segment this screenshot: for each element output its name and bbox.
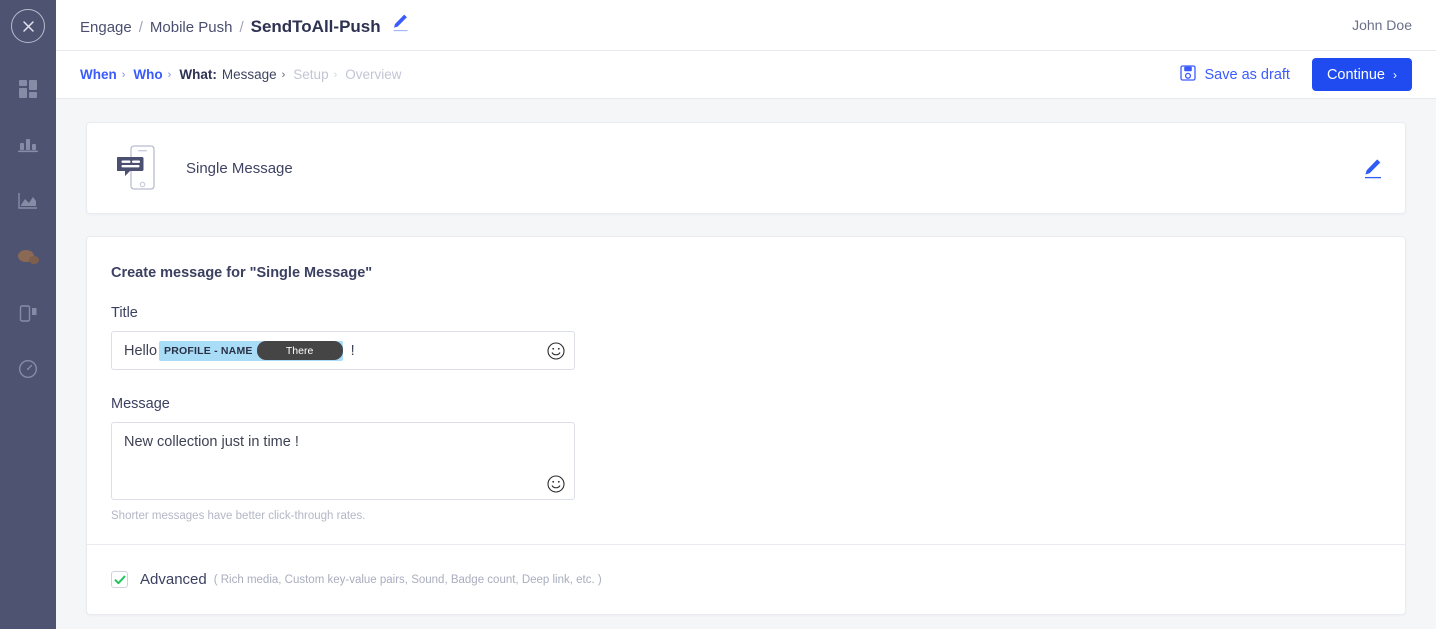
bar-chart-icon	[18, 136, 38, 154]
wizard-steps: When › Who › What: Message › Setup › Ove…	[80, 67, 402, 82]
message-textarea[interactable]: New collection just in time !	[111, 422, 575, 500]
sidebar-item-analytics[interactable]	[0, 117, 56, 173]
step-who-label: Who	[133, 67, 163, 82]
message-type-label: Single Message	[186, 159, 293, 177]
left-sidebar	[0, 0, 56, 629]
app-root: Engage / Mobile Push / SendToAll-Push Jo…	[0, 0, 1436, 629]
chevron-right-icon: ›	[1393, 67, 1397, 82]
message-form-card: Create message for "Single Message" Titl…	[86, 236, 1406, 615]
mobile-content-icon	[19, 304, 38, 323]
advanced-label: Advanced	[140, 571, 207, 588]
grid-icon	[18, 79, 38, 99]
sidebar-item-content[interactable]	[0, 285, 56, 341]
step-setup-label: Setup	[293, 67, 329, 82]
chevron-right-icon: ›	[333, 68, 338, 81]
form-inner: Create message for "Single Message" Titl…	[87, 237, 1405, 544]
area-chart-icon	[18, 192, 38, 210]
save-as-draft-label: Save as draft	[1204, 66, 1290, 83]
title-suffix-text: !	[350, 342, 355, 359]
message-smiley-icon[interactable]	[547, 475, 565, 493]
breadcrumb-separator: /	[239, 19, 244, 36]
personalization-token-key: PROFILE - NAME	[164, 344, 253, 357]
chat-bubbles-icon	[17, 248, 39, 266]
step-overview-label: Overview	[345, 67, 402, 82]
step-setup: Setup ›	[293, 67, 345, 82]
chevron-right-icon: ›	[167, 68, 172, 81]
phone-message-icon	[111, 145, 161, 191]
step-what[interactable]: What: Message ›	[179, 67, 293, 82]
chevron-right-icon: ›	[121, 68, 126, 81]
step-what-label: What:	[179, 67, 217, 82]
continue-label: Continue	[1326, 66, 1385, 83]
chevron-right-icon: ›	[281, 68, 286, 81]
step-overview: Overview	[345, 67, 401, 82]
form-heading: Create message for "Single Message"	[111, 265, 373, 281]
gauge-icon	[18, 359, 38, 379]
message-text-value: New collection just in time !	[124, 434, 299, 450]
user-name[interactable]: John Doe	[1352, 17, 1412, 33]
breadcrumb-item-mobile-push[interactable]: Mobile Push	[150, 19, 233, 36]
sidebar-item-performance[interactable]	[0, 341, 56, 397]
message-field-label: Message	[111, 396, 170, 412]
step-who[interactable]: Who ›	[133, 67, 179, 82]
breadcrumb: Engage / Mobile Push / SendToAll-Push	[80, 13, 409, 37]
check-icon	[114, 575, 125, 584]
step-when-label: When	[80, 67, 117, 82]
step-when[interactable]: When ›	[80, 67, 133, 82]
save-as-draft-button[interactable]: Save as draft	[1179, 64, 1290, 85]
title-input[interactable]: Hello PROFILE - NAME There !	[111, 331, 575, 370]
close-icon[interactable]	[11, 9, 45, 43]
page-title: SendToAll-Push	[250, 17, 381, 36]
personalization-token[interactable]: PROFILE - NAME There	[159, 340, 343, 361]
title-prefix-text: Hello	[124, 342, 158, 359]
advanced-hint: ( Rich media, Custom key-value pairs, So…	[213, 573, 602, 586]
continue-button[interactable]: Continue ›	[1311, 58, 1412, 91]
content-area: Single Message Create message for "Singl…	[56, 99, 1436, 629]
advanced-row: Advanced ( Rich media, Custom key-value …	[87, 545, 1405, 614]
title-smiley-icon[interactable]	[547, 341, 565, 360]
steps-bar: When › Who › What: Message › Setup › Ove…	[56, 51, 1436, 99]
sidebar-item-reports[interactable]	[0, 173, 56, 229]
title-field-label: Title	[111, 305, 138, 321]
step-what-sublabel: Message	[221, 67, 277, 82]
breadcrumb-separator: /	[138, 19, 143, 36]
advanced-checkbox[interactable]	[111, 571, 128, 588]
sidebar-item-dashboard[interactable]	[0, 61, 56, 117]
edit-title-pencil-icon[interactable]	[392, 13, 409, 32]
personalization-token-fallback: There	[256, 341, 343, 360]
breadcrumb-item-engage[interactable]: Engage	[80, 19, 132, 36]
message-hint: Shorter messages have better click-throu…	[111, 510, 366, 522]
main-region: Engage / Mobile Push / SendToAll-Push Jo…	[56, 0, 1436, 629]
floppy-disk-icon	[1179, 64, 1196, 85]
message-type-card: Single Message	[86, 122, 1406, 214]
top-bar: Engage / Mobile Push / SendToAll-Push Jo…	[56, 0, 1436, 51]
message-field-wrapper: Message New collection just in time ! Sh…	[111, 396, 1381, 522]
sidebar-item-engage[interactable]	[0, 229, 56, 285]
edit-message-type-pencil-icon[interactable]	[1363, 157, 1383, 179]
